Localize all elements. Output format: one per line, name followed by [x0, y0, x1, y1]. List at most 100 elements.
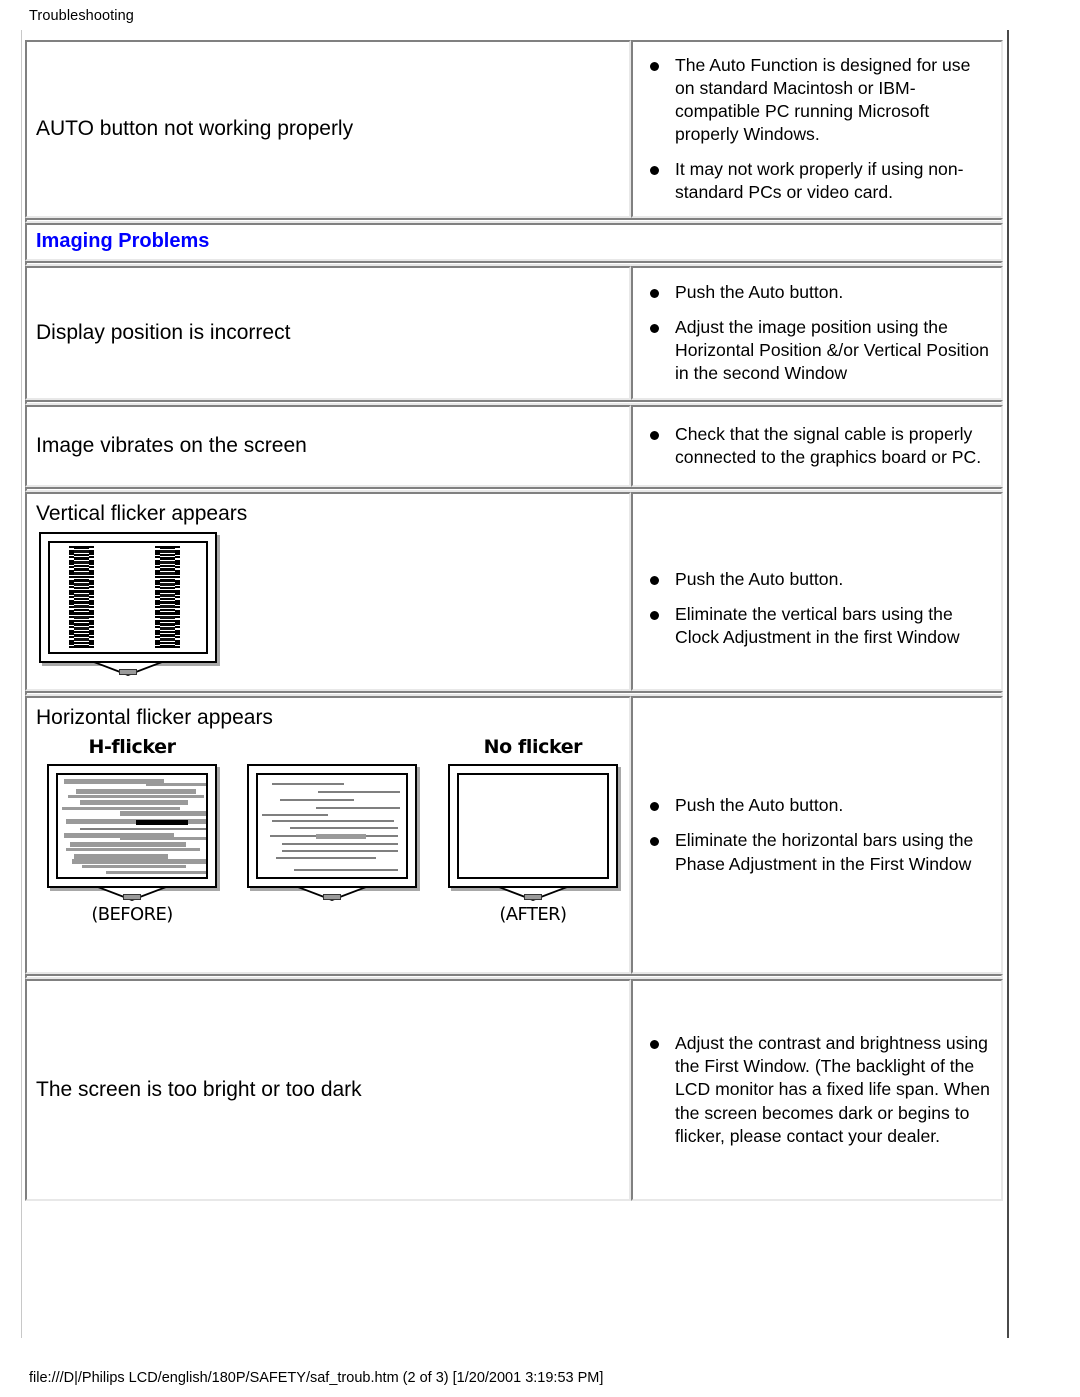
flicker-line — [318, 791, 401, 794]
flicker-line — [272, 783, 345, 786]
flicker-line — [316, 807, 401, 810]
stand-foot — [123, 894, 141, 901]
solution-text: Adjust the contrast and brightness using… — [675, 1033, 990, 1146]
flicker-line — [282, 850, 399, 853]
list-item: Check that the signal cable is properly … — [646, 423, 991, 469]
monitor-stand — [448, 888, 618, 902]
problem-cell-image-vibrates: Image vibrates on the screen — [25, 405, 631, 487]
flicker-line — [106, 871, 206, 875]
list-item: Eliminate the vertical bars using the Cl… — [646, 603, 991, 649]
troubleshooting-table: AUTO button not working properly The Aut… — [25, 40, 1003, 1201]
solution-list: Push the Auto button. Adjust the image p… — [633, 271, 1001, 395]
flicker-line — [72, 859, 206, 865]
monitor-label-after: No flicker — [483, 736, 583, 759]
monitor-case — [39, 532, 217, 664]
monitor-illustration-h-flicker: H-flicker (BEFORE) — [47, 736, 217, 928]
monitor-screen — [256, 773, 409, 880]
bullet-icon — [650, 837, 659, 847]
vertical-noise-bar-right — [155, 546, 180, 650]
table-row: Display position is incorrect Push the A… — [25, 266, 1003, 400]
flicker-line-group — [258, 775, 406, 877]
breadcrumb: Troubleshooting — [29, 8, 134, 24]
flicker-line — [120, 837, 206, 841]
flicker-line — [62, 807, 180, 811]
solution-text: It may not work properly if using non-st… — [675, 159, 964, 203]
solution-text: Check that the signal cable is properly … — [675, 423, 982, 467]
solution-list: Push the Auto button. Eliminate the vert… — [633, 524, 1001, 659]
flicker-line — [262, 814, 329, 817]
stand-foot — [323, 894, 342, 901]
monitor-illustration-no-flicker: No flicker (AFTER) — [447, 736, 618, 928]
page-left-rule — [21, 30, 22, 1338]
solution-text: Adjust the image position using the Hori… — [675, 316, 989, 384]
problem-label: Display position is incorrect — [36, 320, 291, 344]
problem-cell-auto-button: AUTO button not working properly — [25, 40, 631, 218]
list-item: The Auto Function is designed for use on… — [646, 54, 991, 146]
section-heading-label: Imaging Problems — [36, 230, 210, 252]
list-item: Push the Auto button. — [646, 794, 991, 817]
problem-label: Vertical flicker appears — [36, 502, 248, 525]
flicker-line — [120, 811, 206, 817]
problem-cell-vertical-flicker: Vertical flicker appears — [25, 492, 631, 691]
monitor-illustration-vertical-flicker — [39, 532, 217, 677]
flicker-line — [282, 843, 399, 846]
list-item: It may not work properly if using non-st… — [646, 158, 991, 204]
flicker-line — [316, 834, 367, 840]
solution-text: The Auto Function is designed for use on… — [675, 54, 971, 144]
monitor-label-before: H-flicker — [88, 736, 176, 759]
table-row: AUTO button not working properly The Aut… — [25, 40, 1003, 218]
bullet-icon — [650, 1040, 659, 1050]
problem-cell-horizontal-flicker: Horizontal flicker appears H-flicker (BE… — [25, 696, 631, 974]
bullet-icon — [650, 61, 659, 71]
solution-cell-vertical-flicker: Push the Auto button. Eliminate the vert… — [631, 492, 1003, 691]
solution-cell-auto-button: The Auto Function is designed for use on… — [631, 40, 1003, 218]
problem-cell-display-position: Display position is incorrect — [25, 266, 631, 400]
flicker-line-dark — [136, 820, 188, 826]
horizontal-flicker-figure: H-flicker (BEFORE) No flicker (AFTER) — [27, 732, 629, 934]
monitor-label-middle — [247, 736, 417, 760]
solution-text: Eliminate the vertical bars using the Cl… — [675, 603, 960, 648]
flicker-line — [82, 865, 186, 869]
page-right-rule — [1007, 30, 1009, 1338]
monitor-stand — [39, 663, 217, 677]
monitor-case — [247, 764, 418, 889]
list-item: Eliminate the horizontal bars using the … — [646, 829, 991, 875]
solution-cell-image-vibrates: Check that the signal cable is properly … — [631, 405, 1003, 487]
flicker-line-group — [58, 775, 206, 877]
bullet-icon — [650, 288, 659, 298]
monitor-caption-before: (BEFORE) — [91, 904, 173, 926]
stand-foot — [119, 669, 137, 676]
solution-cell-horizontal-flicker: Push the Auto button. Eliminate the hori… — [631, 696, 1003, 974]
solution-list: Push the Auto button. Eliminate the hori… — [633, 784, 1001, 885]
monitor-caption-after: (AFTER) — [499, 904, 567, 926]
bullet-icon — [650, 323, 659, 333]
table-row: The screen is too bright or too dark Adj… — [25, 979, 1003, 1201]
flicker-line — [280, 799, 355, 802]
list-item: Adjust the image position using the Hori… — [646, 316, 991, 385]
monitor-stand — [47, 888, 217, 902]
monitor-stand — [247, 888, 417, 902]
flicker-line — [80, 800, 188, 806]
flicker-line — [66, 848, 200, 852]
solution-cell-bright-dark: Adjust the contrast and brightness using… — [631, 979, 1003, 1201]
bullet-icon — [650, 610, 659, 620]
vertical-noise-bar-left — [69, 546, 94, 650]
monitor-screen — [56, 773, 208, 880]
footer-path: file:///D|/Philips LCD/english/180P/SAFE… — [29, 1370, 604, 1386]
problem-label: AUTO button not working properly — [36, 116, 354, 140]
problem-label: The screen is too bright or too dark — [36, 1077, 362, 1101]
vertical-flicker-figure — [27, 528, 629, 683]
flicker-line — [290, 827, 399, 830]
monitor-illustration-partial — [247, 736, 418, 928]
list-item: Push the Auto button. — [646, 281, 991, 304]
monitor-screen — [456, 773, 609, 880]
monitor-case — [447, 764, 618, 889]
monitor-screen — [48, 541, 208, 655]
solution-text: Push the Auto button. — [675, 795, 844, 816]
solution-text: Push the Auto button. — [675, 568, 844, 589]
problem-label: Image vibrates on the screen — [36, 433, 307, 457]
solution-cell-display-position: Push the Auto button. Adjust the image p… — [631, 266, 1003, 400]
flicker-line — [70, 842, 186, 848]
list-item: Adjust the contrast and brightness using… — [646, 1032, 991, 1147]
flicker-line — [272, 820, 395, 823]
